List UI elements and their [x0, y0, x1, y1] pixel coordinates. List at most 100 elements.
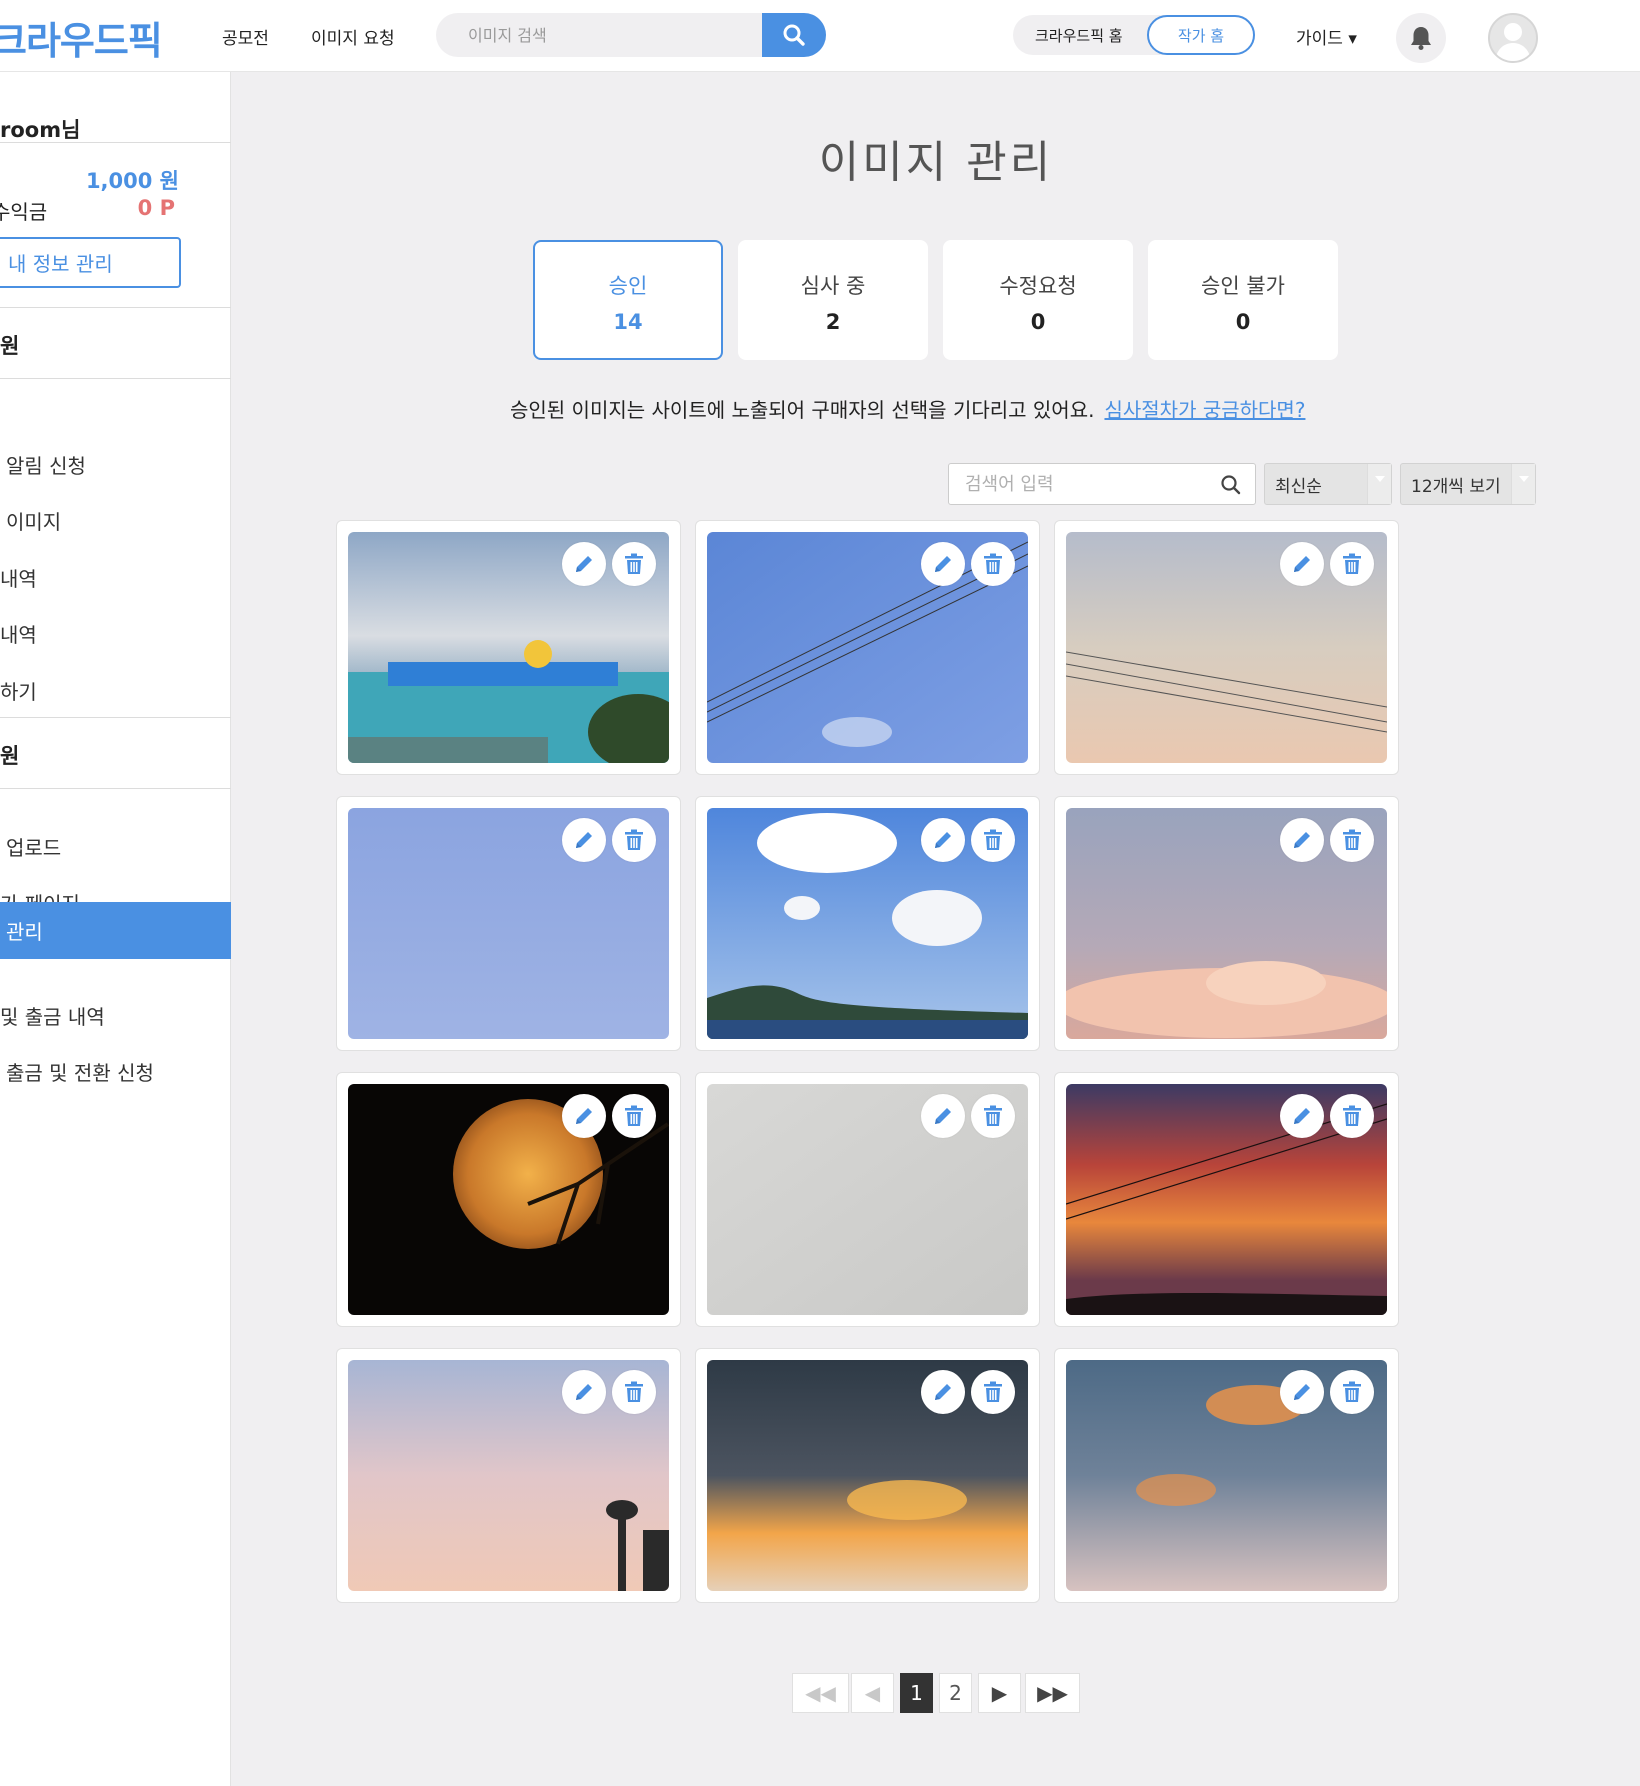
search-icon[interactable]	[1220, 474, 1242, 496]
chevron-down-icon	[1511, 464, 1535, 504]
pagination-first[interactable]: ◀◀	[792, 1673, 849, 1713]
per-page-select[interactable]: 12개씩 보기	[1400, 463, 1536, 505]
manage-profile-button[interactable]: 내 정보 관리	[0, 237, 181, 288]
pencil-icon	[935, 556, 951, 572]
delete-button[interactable]	[612, 542, 656, 586]
edit-button[interactable]	[1280, 1370, 1324, 1414]
image-filter-input[interactable]	[948, 463, 1256, 505]
trash-icon	[625, 1105, 643, 1126]
image-card	[336, 1348, 681, 1603]
tab-revision-request[interactable]: 수정요청 0	[943, 240, 1133, 360]
user-avatar[interactable]	[1488, 13, 1538, 63]
review-process-link[interactable]: 심사절차가 궁금하다면?	[1104, 398, 1305, 422]
global-search	[436, 13, 826, 57]
delete-button[interactable]	[971, 1370, 1015, 1414]
sidebar-item-history-1[interactable]: 내역	[0, 549, 231, 605]
approval-description: 승인된 이미지는 사이트에 노출되어 구매자의 선택을 기다리고 있어요. 심사절…	[510, 394, 1305, 423]
delete-button[interactable]	[971, 818, 1015, 862]
sort-select[interactable]: 최신순	[1264, 463, 1392, 505]
notification-button[interactable]	[1396, 13, 1446, 63]
author-home-button[interactable]: 작가 홈	[1147, 15, 1255, 55]
image-card	[1054, 520, 1399, 775]
pencil-icon	[576, 1384, 592, 1400]
delete-button[interactable]	[612, 1094, 656, 1138]
sidebar-item-action[interactable]: 하기	[0, 662, 231, 718]
tab-rejected[interactable]: 승인 불가 0	[1148, 240, 1338, 360]
image-card	[1054, 1072, 1399, 1327]
bell-icon	[1411, 27, 1431, 50]
edit-button[interactable]	[1280, 818, 1324, 862]
pagination-prev[interactable]: ◀	[851, 1673, 894, 1713]
pencil-icon	[935, 1108, 951, 1124]
edit-button[interactable]	[921, 818, 965, 862]
avatar-icon	[1495, 23, 1531, 61]
pencil-icon	[935, 832, 951, 848]
sidebar-item-withdraw-history[interactable]: 및 출금 내역	[0, 987, 231, 1043]
edit-button[interactable]	[921, 1370, 965, 1414]
sidebar-item-history-2[interactable]: 내역	[0, 605, 231, 661]
tab-label: 심사 중	[800, 274, 866, 298]
pagination-next[interactable]: ▶	[978, 1673, 1021, 1713]
sidebar-item-withdraw-request[interactable]: 출금 및 전환 신청	[0, 1043, 231, 1099]
delete-button[interactable]	[1330, 1370, 1374, 1414]
sidebar-item-images[interactable]: 이미지	[0, 492, 231, 548]
image-card	[336, 1072, 681, 1327]
pencil-icon	[1294, 556, 1310, 572]
crowdpic-home-link[interactable]: 크라우드픽 홈	[1035, 25, 1123, 46]
divider	[0, 788, 231, 789]
trash-icon	[625, 1381, 643, 1402]
edit-button[interactable]	[1280, 1094, 1324, 1138]
delete-button[interactable]	[1330, 1094, 1374, 1138]
trash-icon	[625, 829, 643, 850]
pencil-icon	[1294, 1108, 1310, 1124]
edit-button[interactable]	[921, 542, 965, 586]
nav-contest[interactable]: 공모전	[222, 24, 269, 49]
page-title: 이미지 관리	[818, 137, 1054, 188]
per-page-value: 12개씩 보기	[1411, 476, 1501, 497]
earnings-label: 수익금	[0, 200, 48, 224]
edit-button[interactable]	[562, 1370, 606, 1414]
top-header: 크라우드픽 공모전 이미지 요청 크라우드픽 홈 작가 홈 가이드 ▾	[0, 0, 1640, 72]
delete-button[interactable]	[971, 1094, 1015, 1138]
sidebar-item-alert-request[interactable]: 알림 신청	[0, 436, 231, 492]
trash-icon	[984, 829, 1002, 850]
global-search-input[interactable]	[436, 13, 766, 57]
edit-button[interactable]	[562, 542, 606, 586]
tab-label: 수정요청	[999, 274, 1077, 298]
tab-approved[interactable]: 승인 14	[533, 240, 723, 360]
pencil-icon	[1294, 832, 1310, 848]
delete-button[interactable]	[612, 818, 656, 862]
global-search-button[interactable]	[762, 13, 826, 57]
sidebar-item-image-manage[interactable]: 관리	[0, 902, 231, 959]
pencil-icon	[576, 556, 592, 572]
edit-button[interactable]	[921, 1094, 965, 1138]
trash-icon	[1343, 553, 1361, 574]
tab-label: 승인 불가	[1201, 274, 1285, 298]
pagination-page-2[interactable]: 2	[939, 1673, 972, 1713]
image-card	[1054, 1348, 1399, 1603]
edit-button[interactable]	[1280, 542, 1324, 586]
delete-button[interactable]	[1330, 542, 1374, 586]
home-switch: 크라우드픽 홈 작가 홈	[1013, 15, 1255, 55]
tab-label: 승인	[608, 274, 648, 298]
image-card	[695, 520, 1040, 775]
pagination-page-1[interactable]: 1	[900, 1673, 933, 1713]
guide-dropdown[interactable]: 가이드 ▾	[1296, 24, 1357, 49]
tab-count: 0	[1030, 310, 1046, 334]
tab-reviewing[interactable]: 심사 중 2	[738, 240, 928, 360]
trash-icon	[1343, 1381, 1361, 1402]
delete-button[interactable]	[612, 1370, 656, 1414]
image-card	[695, 796, 1040, 1051]
edit-button[interactable]	[562, 818, 606, 862]
nav-image-request[interactable]: 이미지 요청	[311, 24, 395, 49]
sidebar: room님 1,000 원 수익금 0 P 내 정보 관리 원 알림 신청 이미…	[0, 72, 231, 1786]
site-logo[interactable]: 크라우드픽	[0, 10, 163, 65]
delete-button[interactable]	[1330, 818, 1374, 862]
edit-button[interactable]	[562, 1094, 606, 1138]
search-icon	[783, 24, 805, 46]
delete-button[interactable]	[971, 542, 1015, 586]
pagination-last[interactable]: ▶▶	[1025, 1673, 1080, 1713]
sidebar-item-upload[interactable]: 업로드	[0, 818, 231, 874]
image-card	[336, 520, 681, 775]
divider	[0, 717, 231, 718]
